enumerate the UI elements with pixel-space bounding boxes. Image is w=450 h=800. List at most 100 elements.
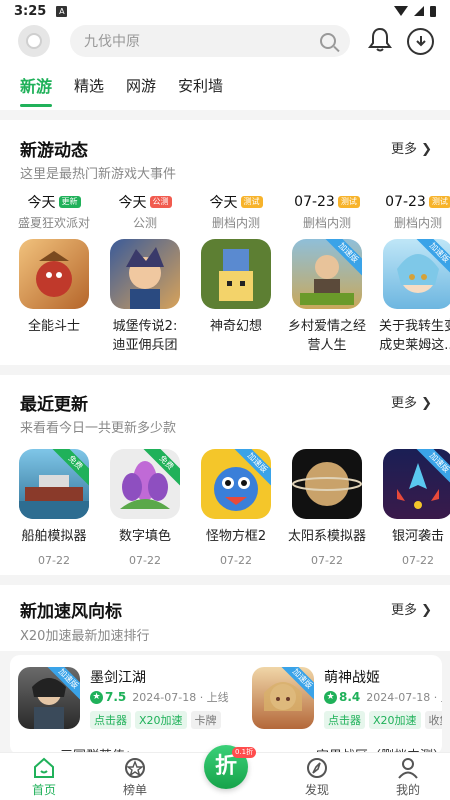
game-name: 乡村爱情之经 营人生 [287,319,366,353]
game-icon: 加速版 [383,449,450,519]
tab-online[interactable]: 网游 [126,75,156,96]
more-link[interactable]: 更多 ❯ [391,392,432,411]
rating-score: ★ 7.5 [90,690,126,704]
ranking-item[interactable]: 加速版 墨剑江湖 ★ 7.5 2024-07-18 · 上线 点击器 X20加速 … [18,667,233,737]
search-input[interactable]: 九伐中原 [70,25,350,57]
game-name: 船舶模拟器 [21,529,87,544]
accel-ranking-card: 加速版 墨剑江湖 ★ 7.5 2024-07-18 · 上线 点击器 X20加速 … [10,655,442,755]
tab-featured[interactable]: 精选 [74,75,104,96]
game-card[interactable]: 加速版 银河袭击 07-22 [376,449,450,567]
section-subtitle: X20加速最新加速排行 [20,629,150,644]
release-date: 今天 [118,195,147,211]
game-card[interactable]: 免费 船舶模拟器 07-22 [12,449,96,567]
event-label: 删档内测 [393,216,442,230]
game-icon: 免费 [110,449,180,519]
search-icon[interactable] [320,33,336,49]
update-date: 07-22 [311,554,343,567]
game-card[interactable]: 加速版 怪物方框2 07-22 [194,449,278,567]
avatar[interactable] [18,25,50,57]
release-meta: 2024-07-18 · 上线 [132,691,229,704]
game-icon: 加速版 [292,239,362,309]
release-meta: 2024-07-18 · 上线 [366,691,442,704]
release-date: 今天 [209,195,238,211]
tag: 收集 [424,711,442,729]
game-name: 城堡传说2: 迪亚佣兵团 [112,319,178,353]
game-card[interactable]: 免费 数字填色 07-22 [103,449,187,567]
status-bar: 3:25 A [0,0,450,22]
avatar-icon [26,33,42,49]
update-date: 07-22 [402,554,434,567]
update-date: 07-22 [38,554,70,567]
section-title: 新游动态 [20,141,88,161]
main-tabs: 新游 精选 网游 安利墙 [0,60,450,110]
game-name: 银河袭击 [391,529,444,544]
game-icon [110,239,180,309]
tab-new[interactable]: 新游 [20,73,53,107]
game-name: 关于我转生变 成史莱姆这... [378,319,450,353]
more-link[interactable]: 更多 ❯ [391,599,432,618]
game-name: 数字填色 [118,529,171,544]
game-card[interactable]: 07-23 测试 删档内测 加速版 乡村爱情之经 营人生 [285,193,369,355]
status-time: 3:25 [14,3,47,19]
bell-icon[interactable] [366,27,394,55]
game-name: 太阳系模拟器 [287,529,366,544]
event-label: 盛夏狂欢派对 [17,216,90,230]
status-badge: 测试 [337,196,360,208]
tag: 点击器 [90,711,131,729]
game-card[interactable]: 07-23 测试 删档内测 加速版 关于我转生变 成史莱姆这... [376,193,450,355]
notification-icon: A [56,5,68,17]
status-badge: 测试 [428,196,450,208]
section-subtitle: 来看看今日一共更新多少款 [20,421,177,436]
tag: 点击器 [324,711,365,729]
battery-icon [430,5,436,17]
event-label: 删档内测 [211,216,260,230]
status-badge: 测试 [240,196,263,208]
game-name: 全能斗士 [27,319,80,334]
wifi-icon [394,6,408,16]
section-title: 新加速风向标 [20,602,122,622]
nav-profile[interactable]: 我的 [378,757,438,798]
game-name: 萌神战姬 [324,670,380,686]
search-placeholder: 九伐中原 [84,34,140,50]
release-date: 今天 [27,195,56,211]
event-label: 公测 [132,216,157,230]
top-header: 九伐中原 [0,22,450,60]
game-card[interactable]: 今天 公测 公测 城堡传说2: 迪亚佣兵团 [103,193,187,355]
game-card[interactable]: 今天 更新 盛夏狂欢派对 全能斗士 [12,193,96,336]
bottom-nav: 首页 榜单 折 0.1折 发现 我的 [0,745,450,800]
game-icon: 免费 [19,449,89,519]
rating-score: ★ 8.4 [324,690,360,704]
new-games-section: 新游动态 这里是最热门新游戏大事件 更多 ❯ 今天 更新 盛夏狂欢派对 全能斗士 … [0,120,450,365]
nav-home[interactable]: 首页 [14,757,74,798]
game-icon: 加速版 [383,239,450,309]
game-icon: 加速版 [252,667,314,729]
game-name: 神奇幻想 [209,319,262,334]
update-date: 07-22 [220,554,252,567]
section-subtitle: 这里是最热门新游戏大事件 [20,167,177,182]
game-icon: 加速版 [201,449,271,519]
game-card[interactable]: 太阳系模拟器 07-22 [285,449,369,567]
discount-badge: 0.1折 [232,747,257,758]
game-icon [19,239,89,309]
star-icon: ★ [324,690,337,704]
nav-discover[interactable]: 发现 [287,757,347,798]
recent-updates-section: 最近更新 来看看今日一共更新多少款 更多 ❯ 免费 船舶模拟器 07-22 免费… [0,375,450,575]
discover-icon [306,757,328,779]
game-icon [292,449,362,519]
game-name: 墨剑江湖 [90,670,146,686]
status-badge: 公测 [149,196,172,208]
status-badge: 更新 [58,196,81,208]
download-icon[interactable] [407,28,434,55]
tag: X20加速 [369,711,421,729]
home-icon [33,757,55,779]
star-icon: ★ [90,690,103,704]
tab-recommend-wall[interactable]: 安利墙 [178,75,223,96]
game-card[interactable]: 今天 测试 删档内测 神奇幻想 [194,193,278,336]
section-title: 最近更新 [20,395,88,415]
nav-ranking[interactable]: 榜单 [105,757,165,798]
game-name: 怪物方框2 [205,529,267,544]
release-date: 07-23 [385,194,426,210]
game-icon: 加速版 [18,667,80,729]
more-link[interactable]: 更多 ❯ [391,138,432,157]
ranking-item[interactable]: 加速版 萌神战姬 ★8.4 2024-07-18 · 上线 点击器 X20加速 … [252,667,442,737]
